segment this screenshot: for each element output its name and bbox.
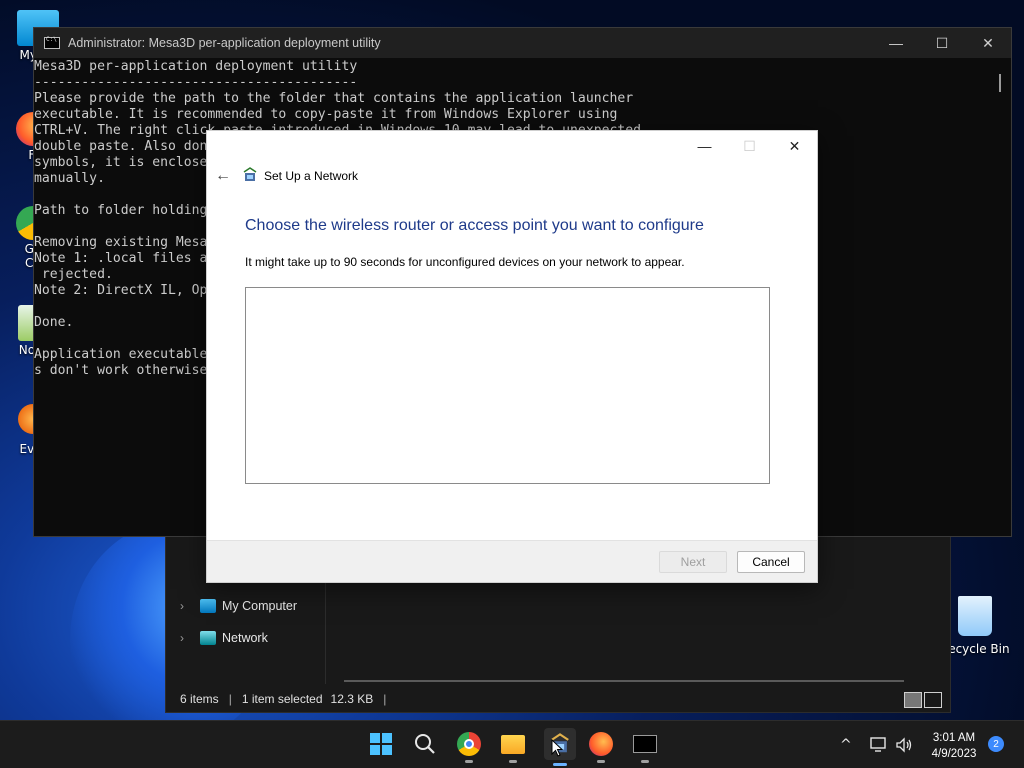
- windows-start-icon[interactable]: [368, 731, 394, 757]
- firefox-icon[interactable]: [588, 731, 614, 763]
- terminal-icon[interactable]: [632, 731, 658, 763]
- cmd-icon: [44, 36, 60, 49]
- large-icons-view-icon[interactable]: [924, 692, 942, 708]
- maximize-icon: ☐: [743, 137, 756, 154]
- taskbar: ^ 3:01 AM 4/9/2023: [0, 720, 1024, 768]
- active-indicator: [553, 763, 567, 766]
- desktop: My Co Fi Go Ch Note Ever Recycle Bin › M…: [0, 0, 1024, 720]
- dialog-footer: Next Cancel: [207, 540, 817, 582]
- dialog-heading: Choose the wireless router or access poi…: [245, 217, 704, 234]
- nav-item-network[interactable]: › Network: [180, 628, 268, 648]
- next-button: Next: [659, 551, 727, 573]
- close-icon[interactable]: ✕: [965, 28, 1011, 58]
- network-status-icon[interactable]: [870, 721, 888, 768]
- running-indicator: [597, 760, 605, 763]
- status-separator: |: [383, 692, 387, 706]
- network-setup-icon: [243, 167, 257, 181]
- nav-item-label: Network: [222, 631, 268, 645]
- running-indicator: [641, 760, 649, 763]
- mouse-cursor-icon: [551, 739, 563, 757]
- chevron-up-icon[interactable]: ^: [840, 721, 852, 768]
- network-icon: [200, 631, 216, 645]
- dialog-window-controls: — ☐ ✕: [682, 131, 817, 161]
- dialog-title: Set Up a Network: [264, 169, 359, 183]
- minimize-icon[interactable]: —: [682, 131, 727, 161]
- running-indicator: [509, 760, 517, 763]
- console-title: Administrator: Mesa3D per-application de…: [68, 36, 381, 50]
- status-selected: 1 item selected: [241, 692, 323, 706]
- device-list[interactable]: [245, 287, 770, 484]
- status-size: 12.3 KB: [330, 692, 374, 706]
- console-window-controls: — ☐ ✕: [873, 28, 1011, 58]
- status-item-count: 6 items: [180, 692, 219, 706]
- console-titlebar[interactable]: Administrator: Mesa3D per-application de…: [34, 28, 1011, 58]
- clock-date: 4/9/2023: [931, 748, 977, 760]
- close-icon[interactable]: ✕: [772, 131, 817, 161]
- status-separator: |: [228, 692, 232, 706]
- nav-item-my-computer[interactable]: › My Computer: [180, 596, 297, 616]
- chrome-icon[interactable]: [456, 731, 482, 763]
- clock-time: 3:01 AM: [932, 732, 976, 744]
- monitor-icon: [200, 599, 216, 613]
- cancel-button[interactable]: Cancel: [737, 551, 805, 573]
- setup-network-dialog[interactable]: — ☐ ✕ ← Set Up a Network Choose the wire…: [206, 130, 818, 583]
- view-toggle: [904, 692, 942, 708]
- file-explorer-icon[interactable]: [500, 731, 526, 763]
- taskbar-clock[interactable]: 3:01 AM 4/9/2023: [926, 730, 982, 762]
- chevron-right-icon[interactable]: ›: [180, 631, 200, 645]
- nav-item-label: My Computer: [222, 599, 298, 613]
- running-indicator: [465, 760, 473, 763]
- volume-icon[interactable]: [895, 721, 913, 768]
- back-arrow-icon[interactable]: ←: [215, 167, 231, 185]
- notification-badge[interactable]: 2: [988, 736, 1004, 752]
- explorer-status-bar: 6 items | 1 item selected 12.3 KB |: [166, 686, 950, 712]
- recycle-bin-icon: [958, 596, 992, 636]
- minimize-icon[interactable]: —: [873, 28, 919, 58]
- chevron-right-icon[interactable]: ›: [180, 599, 200, 613]
- vertical-scrollbar[interactable]: [999, 74, 1001, 92]
- horizontal-scrollbar[interactable]: [344, 680, 904, 682]
- dialog-subtext: It might take up to 90 seconds for uncon…: [245, 255, 685, 269]
- details-view-icon[interactable]: [904, 692, 922, 708]
- maximize-icon[interactable]: ☐: [919, 28, 965, 58]
- search-icon[interactable]: [412, 731, 438, 757]
